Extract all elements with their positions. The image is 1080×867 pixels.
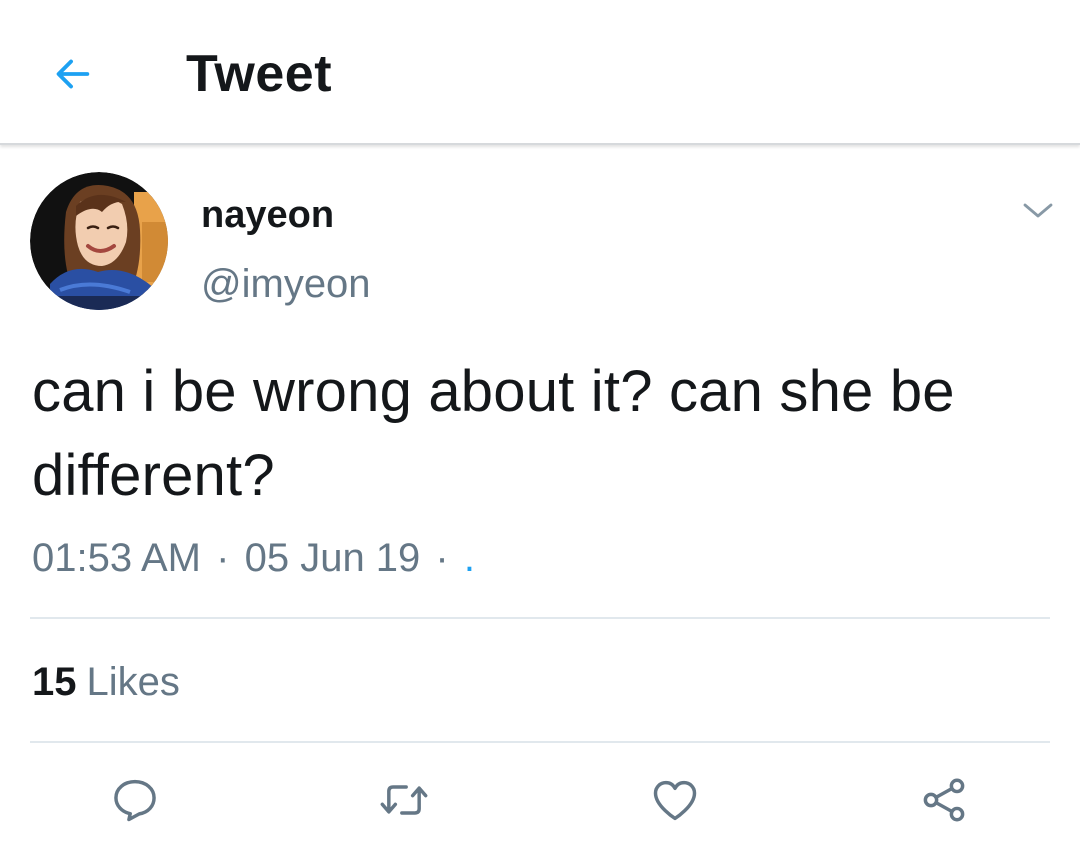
arrow-left-icon — [56, 59, 90, 89]
back-button[interactable] — [44, 46, 100, 102]
tweet-meta: 01:53 AM · 05 Jun 19 · . — [32, 536, 475, 581]
tweet-time: 01:53 AM — [32, 536, 202, 580]
tweet-date: 05 Jun 19 — [244, 536, 421, 580]
tweet-options-button[interactable] — [1018, 196, 1058, 226]
author-display-name[interactable]: nayeon — [201, 194, 334, 237]
meta-separator: · — [216, 536, 230, 580]
page-title: Tweet — [186, 45, 333, 103]
share-icon — [923, 778, 965, 822]
meta-separator: · — [435, 536, 449, 580]
retweet-button[interactable] — [374, 770, 434, 830]
likes-label: Likes — [86, 660, 180, 704]
like-button[interactable] — [645, 770, 705, 830]
tweet-source-link[interactable]: . — [464, 536, 475, 580]
reply-button[interactable] — [105, 770, 165, 830]
top-app-bar: Tweet — [0, 0, 1080, 145]
avatar[interactable] — [30, 172, 168, 310]
heart-icon — [653, 780, 697, 821]
share-button[interactable] — [914, 770, 974, 830]
likes-stat[interactable]: 15 Likes — [32, 660, 180, 705]
retweet-icon — [380, 785, 428, 815]
likes-count: 15 — [32, 660, 77, 704]
divider — [30, 741, 1050, 743]
reply-bubble-icon — [114, 779, 156, 822]
divider — [30, 617, 1050, 619]
chevron-down-icon — [1023, 203, 1053, 218]
tweet-text: can i be wrong about it? can she be diff… — [32, 359, 955, 508]
profile-photo — [30, 172, 168, 310]
author-handle[interactable]: @imyeon — [201, 262, 371, 307]
